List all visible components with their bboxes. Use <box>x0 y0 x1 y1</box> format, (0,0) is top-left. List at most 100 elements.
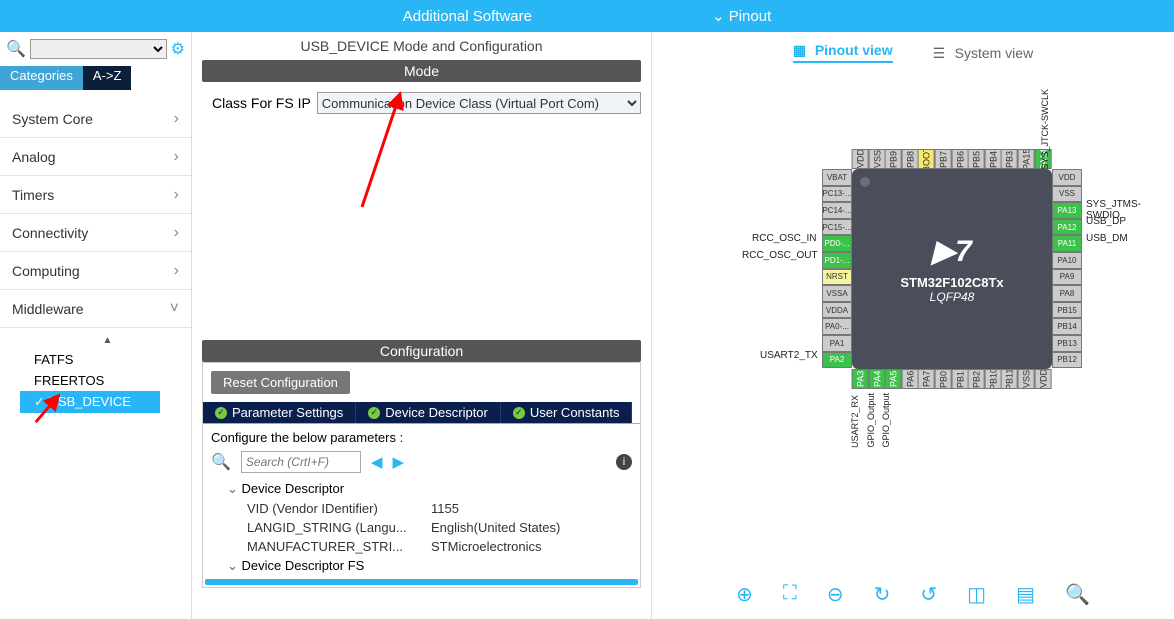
top-menu-bar: Additional Software ⌄ Pinout <box>0 0 1174 32</box>
category-search-select[interactable] <box>30 39 167 59</box>
pin-VDD[interactable]: VDD <box>1035 369 1052 389</box>
pin-PB2[interactable]: PB2 <box>968 369 985 389</box>
pinout-panel: ▦ Pinout view ☰ System view ▶7 STM32F102… <box>652 32 1174 619</box>
pin-PA5[interactable]: PA5 <box>885 369 902 389</box>
mw-item-fatfs[interactable]: FATFS <box>30 349 191 370</box>
pin-PA13[interactable]: PA13 <box>1052 202 1082 219</box>
cat-system-core[interactable]: System Core› <box>0 100 191 138</box>
config-panel: USB_DEVICE Mode and Configuration Mode C… <box>192 32 652 619</box>
pin-PB11[interactable]: PB11 <box>1001 369 1018 389</box>
pin-PB5[interactable]: PB5 <box>968 149 985 169</box>
pin-VBAT[interactable]: VBAT <box>822 169 852 186</box>
class-select[interactable]: Communication Device Class (Virtual Port… <box>317 92 641 114</box>
cat-connectivity[interactable]: Connectivity› <box>0 214 191 252</box>
pin-PB3[interactable]: PB3 <box>1001 149 1018 169</box>
pin-NRST[interactable]: NRST <box>822 269 852 286</box>
pin-PB10[interactable]: PB10 <box>985 369 1002 389</box>
param-search-input[interactable] <box>241 451 361 473</box>
cfg-tab-parameter-settings[interactable]: ✓Parameter Settings <box>203 402 356 423</box>
search-pin-icon[interactable]: 🔍 <box>1065 582 1090 607</box>
pin-PA4[interactable]: PA4 <box>869 369 886 389</box>
pin-PA11[interactable]: PA11 <box>1052 235 1082 252</box>
menu-pinout[interactable]: ⌄ Pinout <box>712 7 771 25</box>
pin-PA8[interactable]: PA8 <box>1052 285 1082 302</box>
pin-BOOT[interactable]: BOOT <box>918 149 935 169</box>
cat-analog[interactable]: Analog› <box>0 138 191 176</box>
pin-PB8[interactable]: PB8 <box>902 149 919 169</box>
pin-PB12[interactable]: PB12 <box>1052 352 1082 369</box>
horizontal-scrollbar[interactable] <box>205 579 638 585</box>
pin-VDD[interactable]: VDD <box>1052 169 1082 186</box>
pin-PB7[interactable]: PB7 <box>935 149 952 169</box>
grid-icon[interactable]: ▤ <box>1016 582 1035 607</box>
pin-PD0[interactable]: PD0-... <box>822 235 852 252</box>
pin-PA6[interactable]: PA6 <box>902 369 919 389</box>
pin-PA2[interactable]: PA2 <box>822 352 852 369</box>
pin-VDD[interactable]: VDD <box>852 149 869 169</box>
collapse-icon[interactable]: ▲ <box>20 332 191 349</box>
pin-PA15[interactable]: PA15 <box>1018 149 1035 169</box>
fit-icon[interactable]: ⛶ <box>783 582 797 607</box>
rotate-cw-icon[interactable]: ↻ <box>874 582 891 607</box>
settings-icon[interactable]: ⚙ <box>171 39 185 59</box>
next-icon[interactable]: ▶ <box>392 453 404 471</box>
pin-VSS[interactable]: VSS <box>1018 369 1035 389</box>
pin-label: USB_DP <box>1086 216 1126 227</box>
chip-body[interactable]: ▶7 STM32F102C8Tx LQFP48 <box>852 169 1052 369</box>
pin-PB4[interactable]: PB4 <box>985 149 1002 169</box>
pin-PB13[interactable]: PB13 <box>1052 335 1082 352</box>
pin-PA10[interactable]: PA10 <box>1052 252 1082 269</box>
tab-a-to-z[interactable]: A->Z <box>83 66 132 90</box>
pin-PC15[interactable]: PC15-... <box>822 219 852 236</box>
pin-PC14[interactable]: PC14-... <box>822 202 852 219</box>
pin-PD1[interactable]: PD1-... <box>822 252 852 269</box>
pin-PA0[interactable]: PA0-... <box>822 318 852 335</box>
pin-PB1[interactable]: PB1 <box>952 369 969 389</box>
pin-PA7[interactable]: PA7 <box>918 369 935 389</box>
search-icon[interactable]: 🔍 <box>211 452 231 472</box>
tree-section[interactable]: Device Descriptor <box>211 479 632 499</box>
pin-VSS[interactable]: VSS <box>1052 186 1082 203</box>
pin-VSSA[interactable]: VSSA <box>822 285 852 302</box>
chevron-right-icon: › <box>174 110 179 128</box>
split-icon[interactable]: ◫ <box>967 582 986 607</box>
pin-PA3[interactable]: PA3 <box>852 369 869 389</box>
pin-PB14[interactable]: PB14 <box>1052 318 1082 335</box>
cat-timers[interactable]: Timers› <box>0 176 191 214</box>
cat-computing[interactable]: Computing› <box>0 252 191 290</box>
pin-PA1[interactable]: PA1 <box>822 335 852 352</box>
tab-pinout-view[interactable]: ▦ Pinout view <box>793 42 893 63</box>
tree-row[interactable]: MANUFACTURER_STRI...STMicroelectronics <box>211 537 632 556</box>
chip-icon: ▦ <box>793 42 809 58</box>
tab-system-view[interactable]: ☰ System view <box>933 45 1034 61</box>
info-icon[interactable]: i <box>616 454 632 470</box>
pin-PA12[interactable]: PA12 <box>1052 219 1082 236</box>
cat-middleware[interactable]: Middleware˅ <box>0 290 191 328</box>
pin-VDDA[interactable]: VDDA <box>822 302 852 319</box>
reset-configuration-button[interactable]: Reset Configuration <box>211 371 350 394</box>
pin-PB9[interactable]: PB9 <box>885 149 902 169</box>
cfg-tab-user-constants[interactable]: ✓User Constants <box>501 402 633 423</box>
tab-categories[interactable]: Categories <box>0 66 83 90</box>
tree-row[interactable]: VID (Vendor IDentifier)1155 <box>211 499 632 518</box>
menu-additional-software[interactable]: Additional Software <box>403 8 532 25</box>
mw-item-freertos[interactable]: FREERTOS <box>30 370 191 391</box>
chevron-right-icon: › <box>174 262 179 280</box>
zoom-out-icon[interactable]: ⊖ <box>827 582 844 607</box>
tree-row[interactable]: LANGID_STRING (Langu...English(United St… <box>211 518 632 537</box>
class-label: Class For FS IP <box>212 95 311 111</box>
zoom-in-icon[interactable]: ⊕ <box>736 582 753 607</box>
rotate-ccw-icon[interactable]: ↺ <box>920 582 937 607</box>
pin-PB15[interactable]: PB15 <box>1052 302 1082 319</box>
pin-PB6[interactable]: PB6 <box>952 149 969 169</box>
search-icon[interactable]: 🔍 <box>6 39 26 59</box>
pin-VSS[interactable]: VSS <box>869 149 886 169</box>
pin-PB0[interactable]: PB0 <box>935 369 952 389</box>
mw-item-usb_device[interactable]: USB_DEVICE <box>20 391 160 413</box>
pin-PA9[interactable]: PA9 <box>1052 269 1082 286</box>
prev-icon[interactable]: ◀ <box>371 453 383 471</box>
tree-section[interactable]: Device Descriptor FS <box>211 556 632 576</box>
pin-PC13[interactable]: PC13-... <box>822 186 852 203</box>
chevron-right-icon: ˅ <box>170 300 179 318</box>
cfg-tab-device-descriptor[interactable]: ✓Device Descriptor <box>356 402 501 423</box>
